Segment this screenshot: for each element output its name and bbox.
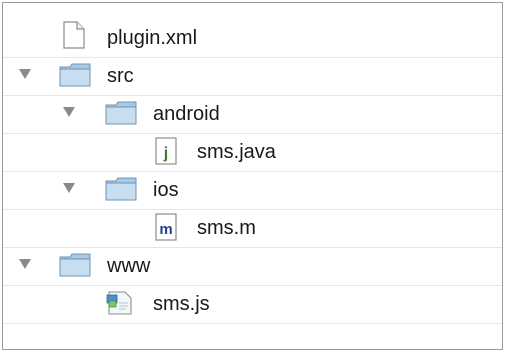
disclosure-triangle-icon[interactable] xyxy=(63,183,75,193)
tree-row-android[interactable]: android xyxy=(3,95,502,134)
objc-file-icon: m xyxy=(155,213,177,246)
tree-item-label: sms.js xyxy=(153,293,210,315)
folder-icon xyxy=(59,253,91,282)
folder-icon xyxy=(59,63,91,92)
disclosure-triangle-icon[interactable] xyxy=(19,259,31,269)
tree-row-ios[interactable]: ios xyxy=(3,171,502,210)
tree-row-sms-js[interactable]: sms.js xyxy=(3,285,502,324)
tree-item-label: src xyxy=(107,65,134,87)
generic-file-icon xyxy=(63,21,85,54)
file-tree: plugin.xml src android j sms.java ios m … xyxy=(2,2,503,350)
folder-icon xyxy=(105,101,137,130)
javascript-file-icon xyxy=(105,289,135,322)
tree-row-sms-java[interactable]: j sms.java xyxy=(3,133,502,172)
tree-item-label: sms.m xyxy=(197,217,256,239)
svg-text:j: j xyxy=(163,145,168,162)
disclosure-triangle-icon[interactable] xyxy=(19,69,31,79)
tree-row-sms-m[interactable]: m sms.m xyxy=(3,209,502,248)
tree-item-label: sms.java xyxy=(197,141,276,163)
tree-row-src[interactable]: src xyxy=(3,57,502,96)
svg-text:m: m xyxy=(159,221,172,238)
tree-item-label: plugin.xml xyxy=(107,27,198,49)
java-file-icon: j xyxy=(155,137,177,170)
folder-icon xyxy=(105,177,137,206)
tree-item-label: android xyxy=(153,103,220,125)
tree-row-www[interactable]: www xyxy=(3,247,502,286)
tree-item-label: www xyxy=(107,255,151,277)
disclosure-triangle-icon[interactable] xyxy=(63,107,75,117)
tree-item-label: ios xyxy=(153,179,179,201)
tree-row-plugin-xml[interactable]: plugin.xml xyxy=(3,19,502,58)
